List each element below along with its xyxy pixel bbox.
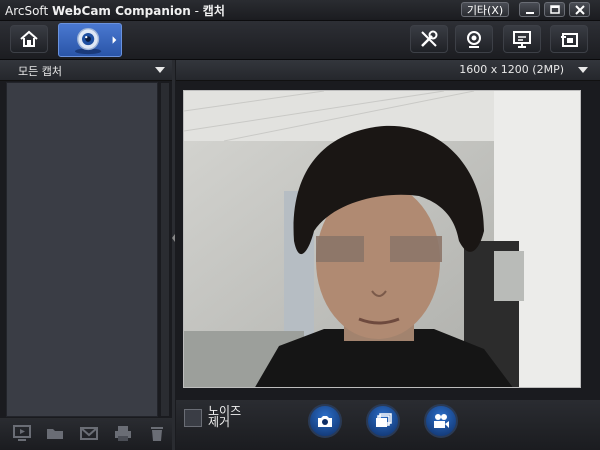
print-icon[interactable] [113, 424, 133, 442]
capture-filter-dropdown-icon[interactable] [155, 67, 165, 73]
home-icon [20, 30, 38, 47]
email-icon[interactable] [79, 424, 99, 442]
noise-reduction-label: 노이즈 제거 [208, 404, 242, 429]
webcam-preview [183, 90, 581, 388]
capture-thumbnail-list[interactable] [6, 82, 158, 417]
close-icon [574, 4, 585, 15]
webcam-capture-icon [74, 28, 117, 55]
noise-reduction-checkbox[interactable] [184, 409, 202, 427]
burst-capture-button[interactable] [366, 404, 400, 438]
presentation-icon [513, 31, 531, 48]
title-bar: ArcSoft WebCam Companion - 캡처 기타(X) [0, 0, 600, 21]
photo-capture-button[interactable] [308, 404, 342, 438]
close-button[interactable] [569, 2, 590, 17]
brand-name: ArcSoft [5, 4, 49, 18]
resolution-label: 1600 x 1200 (2MP) [459, 63, 564, 76]
resolution-bar: 1600 x 1200 (2MP) [176, 60, 600, 81]
video-record-icon [434, 414, 449, 428]
resolution-dropdown-icon[interactable] [578, 67, 588, 73]
app-title: ArcSoft WebCam Companion - 캡처 [5, 2, 225, 19]
video-record-button[interactable] [424, 404, 458, 438]
tools-icon [421, 30, 438, 47]
home-button[interactable] [10, 25, 48, 53]
surveillance-button[interactable] [455, 25, 493, 53]
maximize-icon [549, 4, 560, 14]
video-share-icon [561, 33, 578, 47]
maximize-button[interactable] [544, 2, 565, 17]
surveillance-icon [467, 31, 481, 48]
product-name: WebCam Companion [51, 4, 191, 18]
video-share-button[interactable] [550, 25, 588, 53]
thumbnail-scrollbar[interactable] [160, 82, 170, 417]
minimize-icon [525, 11, 534, 14]
minimize-button[interactable] [519, 2, 540, 17]
camera-icon [318, 416, 332, 427]
title-separator: - [194, 4, 199, 18]
panel-splitter[interactable] [172, 60, 175, 450]
presentation-button[interactable] [503, 25, 541, 53]
open-folder-icon[interactable] [45, 424, 65, 442]
tools-button[interactable] [410, 25, 448, 53]
section-name: 캡처 [202, 4, 225, 18]
capture-filter-bar: 모든 캡처 [0, 60, 173, 81]
burst-capture-icon [376, 413, 392, 427]
trash-icon[interactable] [147, 424, 167, 442]
slideshow-icon[interactable] [12, 424, 32, 442]
collapse-arrow-icon [172, 234, 175, 242]
extras-menu-button[interactable]: 기타(X) [461, 2, 509, 17]
capture-mode-button[interactable] [58, 23, 122, 57]
webcam-live-image [184, 91, 580, 387]
capture-filter-label: 모든 캡처 [18, 65, 62, 78]
